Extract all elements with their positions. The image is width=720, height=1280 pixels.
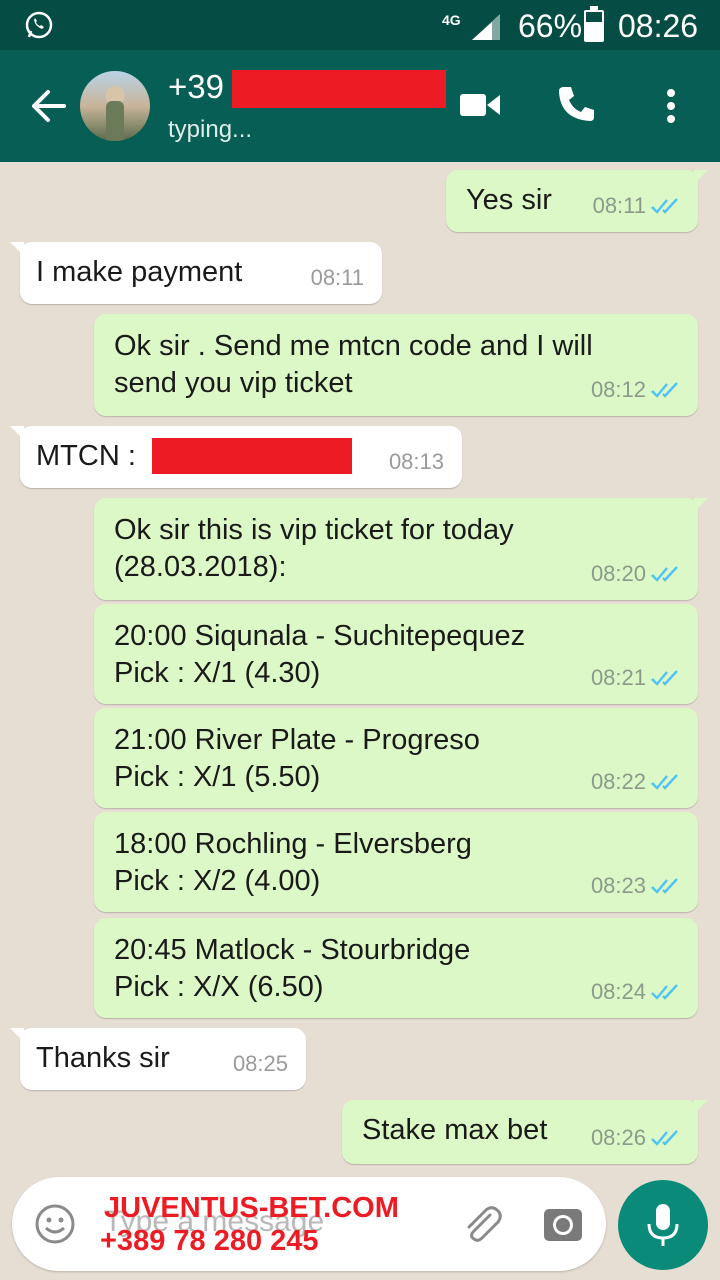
read-receipt-icon (651, 983, 678, 1000)
more-options-icon[interactable] (664, 88, 678, 124)
read-receipt-icon (651, 381, 678, 398)
read-receipt-icon (651, 669, 678, 686)
message-time: 08:25 (232, 1051, 288, 1076)
message-time: 08:11 (592, 193, 646, 218)
message-time: 08:26 (590, 1125, 646, 1150)
message-time: 08:12 (590, 377, 646, 402)
watermark-phone: +389 78 280 245 (100, 1225, 319, 1257)
message-text: 21:00 River Plate - Progreso Pick : X/1 … (114, 724, 480, 793)
battery-icon (584, 6, 604, 42)
message-text: I make payment (36, 256, 243, 288)
message-text: Stake max bet (362, 1114, 548, 1146)
message-outgoing[interactable]: Yes sir 08:11 (446, 170, 708, 232)
message-text: Ok sir this is vip ticket for today (28.… (114, 514, 514, 583)
message-text: 20:00 Siqunala - Suchitepequez Pick : X/… (114, 620, 526, 689)
message-incoming[interactable]: I make payment 08:11 (10, 242, 382, 304)
read-receipt-icon (651, 197, 678, 214)
message-outgoing[interactable]: 20:45 Matlock - Stourbridge Pick : X/X (… (94, 918, 698, 1018)
message-time: 08:21 (590, 665, 646, 690)
back-arrow-icon[interactable] (28, 88, 68, 124)
message-time: 08:24 (590, 979, 646, 1004)
contact-name[interactable]: +39 (168, 68, 224, 106)
message-outgoing[interactable]: 21:00 River Plate - Progreso Pick : X/1 … (94, 708, 698, 808)
read-receipt-icon (651, 1129, 678, 1146)
message-text: Thanks sir (36, 1042, 170, 1074)
message-incoming[interactable]: Thanks sir 08:25 (10, 1028, 306, 1090)
network-type: 4G (442, 12, 461, 28)
watermark-site: JUVENTUS-BET.COM (104, 1192, 399, 1224)
chat-header: +39 typing... (0, 50, 720, 162)
message-time: 08:20 (590, 561, 646, 586)
voice-record-button[interactable] (618, 1180, 708, 1270)
attachment-icon[interactable] (460, 1201, 504, 1245)
message-time: 08:11 (310, 265, 364, 290)
status-bar: 4G 66% 08:26 (0, 0, 720, 50)
battery-percent: 66% (518, 8, 583, 44)
message-time: 08:22 (590, 769, 646, 794)
microphone-icon (647, 1204, 679, 1246)
whatsapp-icon (25, 11, 53, 39)
message-text: 18:00 Rochling - Elversberg Pick : X/2 (… (114, 828, 472, 897)
message-text: Ok sir . Send me mtcn code and I will se… (114, 330, 593, 399)
message-outgoing[interactable]: Ok sir . Send me mtcn code and I will se… (94, 314, 698, 416)
read-receipt-icon (651, 773, 678, 790)
message-incoming[interactable]: MTCN : 08:13 (10, 426, 462, 488)
message-outgoing[interactable]: 18:00 Rochling - Elversberg Pick : X/2 (… (94, 812, 698, 912)
message-time: 08:23 (590, 873, 646, 898)
video-call-icon[interactable] (460, 92, 500, 118)
redaction-box (152, 438, 352, 474)
emoji-icon[interactable] (34, 1203, 76, 1245)
camera-icon[interactable] (542, 1203, 584, 1245)
read-receipt-icon (651, 877, 678, 894)
clock: 08:26 (618, 8, 699, 44)
message-time: 08:13 (388, 449, 444, 474)
contact-avatar[interactable] (80, 71, 150, 141)
redaction-box (232, 70, 446, 108)
message-text: 20:45 Matlock - Stourbridge Pick : X/X (… (114, 934, 471, 1003)
message-text: Yes sir (466, 184, 552, 216)
watermark: JUVENTUS-BET.COM +389 78 280 245 (100, 1192, 399, 1258)
read-receipt-icon (651, 565, 678, 582)
message-text: MTCN : (36, 440, 136, 472)
message-outgoing[interactable]: Ok sir this is vip ticket for today (28.… (94, 498, 708, 600)
contact-status: typing... (168, 116, 253, 143)
phone-call-icon[interactable] (556, 84, 596, 124)
message-outgoing[interactable]: Stake max bet 08:26 (342, 1100, 708, 1164)
message-outgoing[interactable]: 20:00 Siqunala - Suchitepequez Pick : X/… (94, 604, 698, 704)
signal-icon (472, 14, 500, 40)
message-list[interactable]: Yes sir 08:11 I make payment 08:11 Ok si… (0, 162, 720, 1172)
